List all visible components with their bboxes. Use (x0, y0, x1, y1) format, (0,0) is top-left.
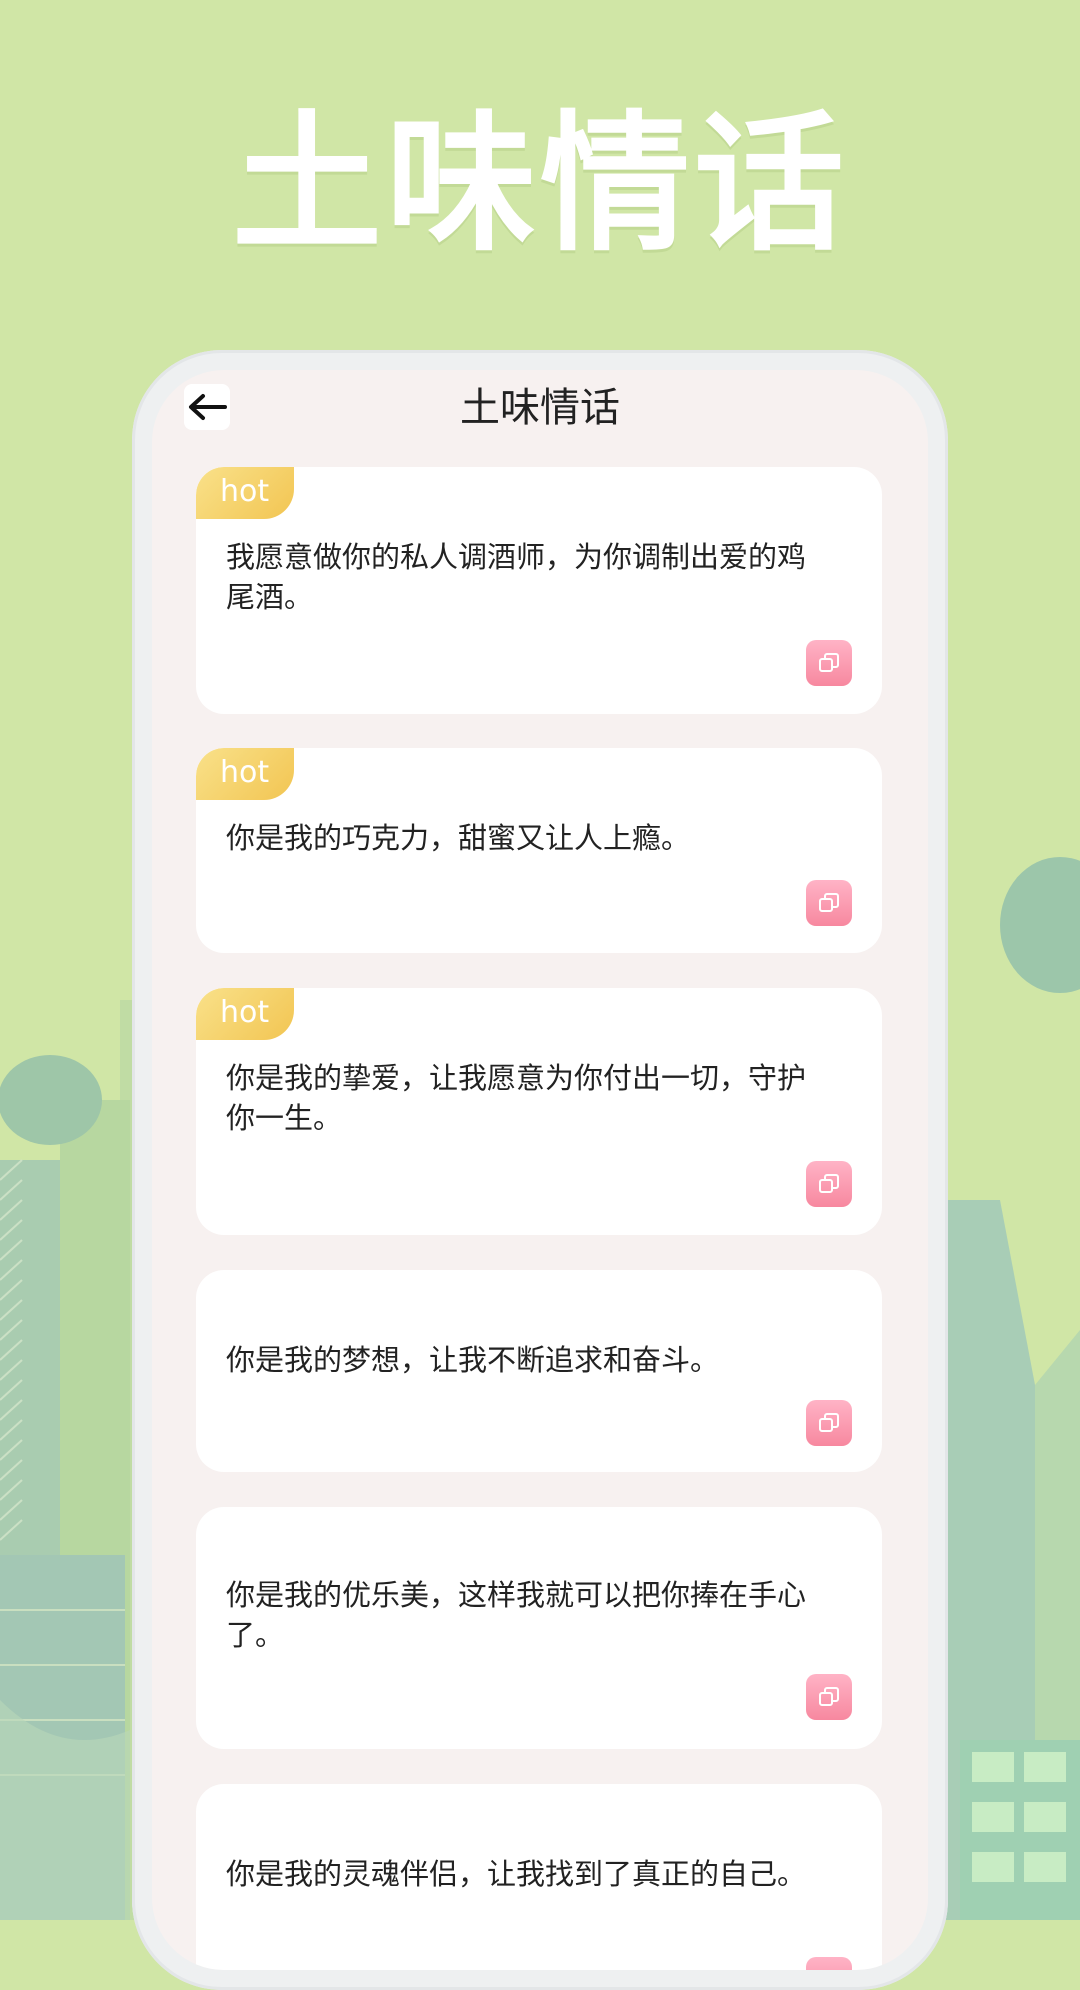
copy-icon (819, 653, 839, 672)
copy-button[interactable] (806, 1161, 852, 1207)
copy-icon (817, 1968, 841, 1970)
hot-badge: hot (196, 748, 294, 800)
copy-button[interactable] (806, 1957, 852, 1970)
hot-badge: hot (196, 988, 294, 1040)
quote-card: hot 我愿意做你的私人调酒师，为你调制出爱的鸡尾酒。 (196, 467, 882, 714)
copy-button[interactable] (806, 1400, 852, 1446)
phone-screen: 土味情话 hot 我愿意做你的私人调酒师，为你调制出爱的鸡尾酒。 hot 你是我… (152, 370, 928, 1970)
quote-card: 你是我的灵魂伴侣，让我找到了真正的自己。 (196, 1784, 882, 1970)
nav-bar: 土味情话 (152, 370, 928, 470)
copy-button[interactable] (806, 640, 852, 686)
hero-title: 土味情话 (231, 98, 848, 272)
quote-card: hot 你是我的巧克力，甜蜜又让人上瘾。 (196, 748, 882, 953)
quote-card: hot 你是我的挚爱，让我愿意为你付出一切，守护你一生。 (196, 988, 882, 1235)
screen-title: 土味情话 (460, 385, 620, 431)
quote-text: 你是我的梦想，让我不断追求和奋斗。 (226, 1343, 720, 1377)
copy-button[interactable] (806, 880, 852, 926)
copy-icon (819, 1413, 839, 1432)
quote-text: 我愿意做你的私人调酒师，为你调制出爱的鸡尾酒。 (226, 540, 807, 614)
copy-button[interactable] (806, 1674, 852, 1720)
quote-text: 你是我的优乐美，这样我就可以把你捧在手心了。 (226, 1578, 807, 1652)
copy-icon (819, 1174, 839, 1193)
quote-card: 你是我的优乐美，这样我就可以把你捧在手心了。 (196, 1507, 882, 1749)
hot-badge: hot (196, 467, 294, 519)
quote-text: 你是我的挚爱，让我愿意为你付出一切，守护你一生。 (226, 1061, 807, 1135)
copy-icon (819, 893, 839, 912)
quote-card: 你是我的梦想，让我不断追求和奋斗。 (196, 1270, 882, 1472)
quote-text: 你是我的灵魂伴侣，让我找到了真正的自己。 (226, 1857, 807, 1891)
copy-icon (819, 1687, 839, 1706)
quote-text: 你是我的巧克力，甜蜜又让人上瘾。 (226, 821, 691, 855)
